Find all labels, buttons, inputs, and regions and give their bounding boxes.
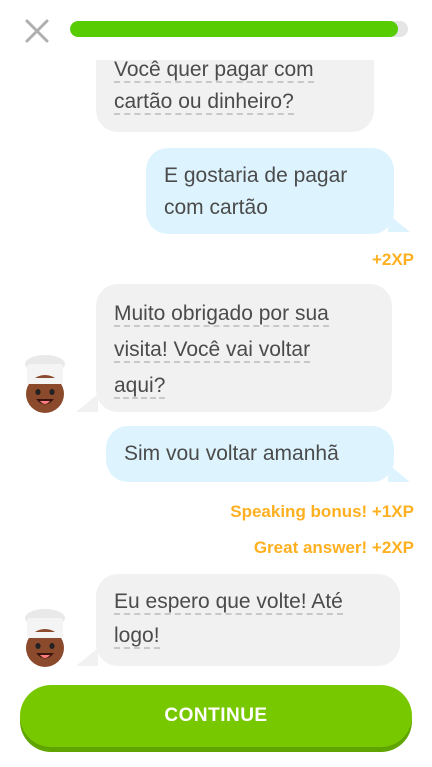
chat-bubble-outgoing: E gostaria de pagar com cartão: [146, 148, 394, 234]
bubble-tail: [76, 394, 98, 412]
bubble-tail: [76, 648, 98, 666]
message-line: E gostaria de pagar: [164, 164, 348, 187]
message-line: Muito obrigado por sua: [114, 302, 329, 327]
chat-bubble-incoming: Eu espero que volte! Até logo!: [96, 574, 400, 666]
continue-button[interactable]: CONTINUE: [20, 685, 412, 747]
progress-fill: [70, 21, 398, 37]
message-line: Você quer pagar com: [114, 58, 314, 83]
footer: CONTINUE: [0, 680, 432, 767]
top-bar: [0, 0, 432, 60]
chat-bubble-incoming: Muito obrigado por sua visita! Você vai …: [96, 284, 392, 412]
chat-bubble-outgoing: Sim vou voltar amanhã: [106, 426, 394, 482]
bubble-tail: [388, 464, 410, 482]
lesson-progress-bar: [70, 21, 408, 37]
chef-avatar: [20, 606, 70, 668]
message-line: logo!: [114, 624, 160, 649]
xp-badge: Great answer! +2XP: [253, 538, 414, 557]
message-line: Eu espero que volte! Até: [114, 590, 343, 615]
xp-badge: Speaking bonus! +1XP: [230, 502, 414, 521]
message-line: Sim vou voltar amanhã: [124, 442, 339, 465]
close-icon[interactable]: [20, 14, 54, 48]
message-line: cartão ou dinheiro?: [114, 90, 294, 115]
chat-area: Você quer pagar com cartão ou dinheiro? …: [0, 0, 432, 680]
xp-badge: +2XP: [371, 250, 414, 269]
bubble-tail: [388, 214, 410, 232]
chef-avatar: [20, 352, 70, 414]
message-line: visita! Você vai voltar: [114, 338, 311, 363]
message-line: aqui?: [114, 374, 166, 399]
message-line: com cartão: [164, 196, 268, 219]
